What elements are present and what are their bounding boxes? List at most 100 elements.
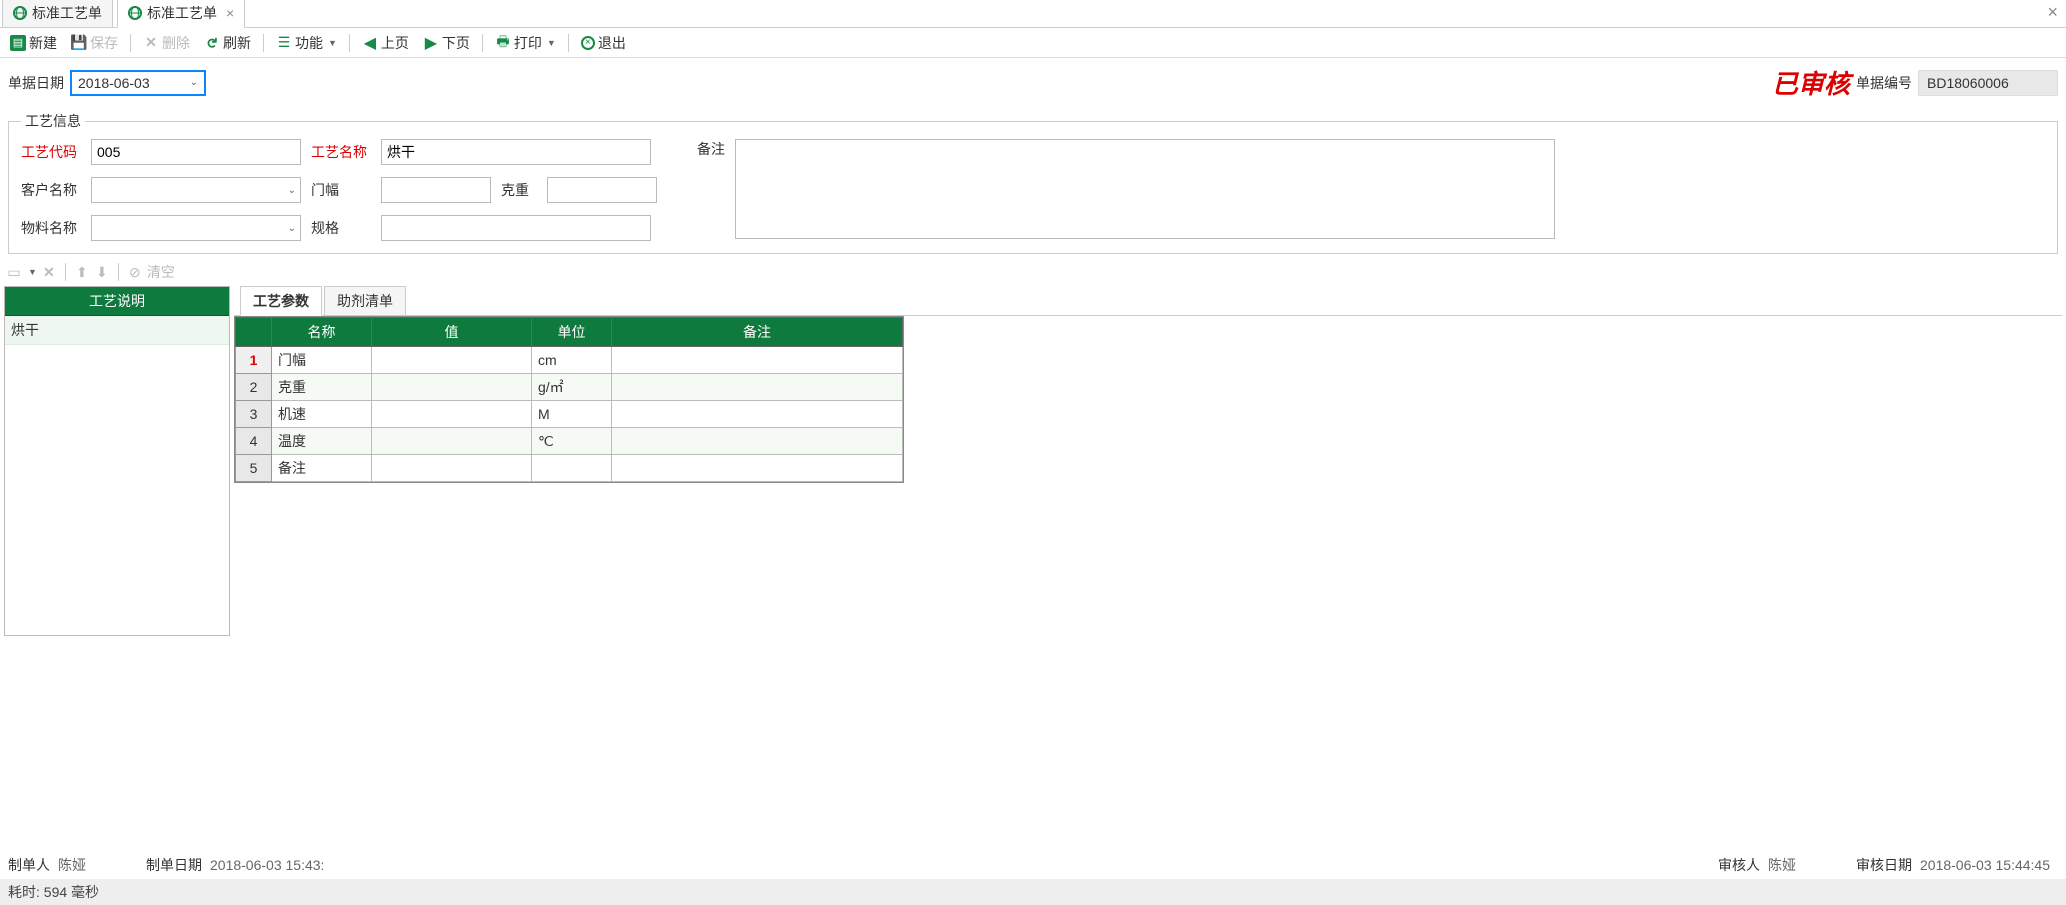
cell-unit[interactable] xyxy=(532,455,612,482)
chevron-down-icon: ⌄ xyxy=(288,185,296,196)
cust-label: 客户名称 xyxy=(21,180,81,200)
cell-value[interactable] xyxy=(372,401,532,428)
cell-unit[interactable]: ℃ xyxy=(532,428,612,455)
spec-label: 规格 xyxy=(311,218,371,238)
refresh-button[interactable]: ↻刷新 xyxy=(198,31,257,55)
remark-textarea[interactable] xyxy=(735,139,1555,239)
print-button[interactable]: 🖶打印▼ xyxy=(489,31,562,55)
disk-icon[interactable]: ▭ xyxy=(6,264,22,280)
new-button[interactable]: ▤新建 xyxy=(4,31,63,55)
next-page-button[interactable]: ▶下页 xyxy=(417,31,476,55)
code-input[interactable] xyxy=(91,139,301,165)
weight-input[interactable] xyxy=(547,177,657,203)
audit-date-value: 2018-06-03 15:44:45 xyxy=(1920,857,2050,873)
cell-remark[interactable] xyxy=(612,428,903,455)
table-row[interactable]: 3机速 M xyxy=(236,401,903,428)
table-row[interactable]: 2克重g/㎡ xyxy=(236,374,903,401)
cell-value[interactable] xyxy=(372,455,532,482)
doc-date-value: 2018-06-03 xyxy=(78,75,150,91)
list-item[interactable]: 烘干 xyxy=(5,316,229,345)
auditor-value: 陈娅 xyxy=(1768,855,1796,875)
function-button[interactable]: ☰功能▼ xyxy=(270,31,343,55)
cell-remark[interactable] xyxy=(612,401,903,428)
cell-remark[interactable] xyxy=(612,374,903,401)
col-value[interactable]: 值 xyxy=(372,318,532,347)
table-row[interactable]: 5备注 xyxy=(236,455,903,482)
separator xyxy=(118,263,119,281)
weight-label: 克重 xyxy=(501,180,537,200)
function-label: 功能 xyxy=(295,33,323,53)
doc-date-label: 单据日期 xyxy=(8,73,64,93)
doc-no-value: BD18060006 xyxy=(1918,70,2058,96)
separator xyxy=(568,34,569,52)
delete-button[interactable]: ✕删除 xyxy=(137,31,196,55)
row-number: 4 xyxy=(236,428,272,455)
separator xyxy=(130,34,131,52)
clear-label: 清空 xyxy=(147,262,175,282)
tab-standard-2[interactable]: 标准工艺单 × xyxy=(117,0,245,28)
cell-name[interactable]: 门幅 xyxy=(272,347,372,374)
cell-name[interactable]: 机速 xyxy=(272,401,372,428)
width-label: 门幅 xyxy=(311,180,371,200)
cell-remark[interactable] xyxy=(612,455,903,482)
remark-label: 备注 xyxy=(697,139,725,159)
mat-combo[interactable]: ⌄ xyxy=(91,215,301,241)
cust-combo[interactable]: ⌄ xyxy=(91,177,301,203)
params-grid: 名称 值 单位 备注 1门幅cm2克重g/㎡3机速M4温度℃5备注 xyxy=(234,316,904,483)
separator xyxy=(349,34,350,52)
arrow-left-icon: ◀ xyxy=(362,35,378,51)
doc-date-input[interactable]: 2018-06-03 ⌄ xyxy=(70,70,206,96)
down-icon[interactable]: ⬇ xyxy=(94,264,110,280)
tab-additive[interactable]: 助剂清单 xyxy=(324,286,406,315)
delete-icon[interactable]: ✕ xyxy=(41,264,57,280)
col-name[interactable]: 名称 xyxy=(272,318,372,347)
cell-value[interactable] xyxy=(372,347,532,374)
window-close-icon[interactable]: × xyxy=(2047,2,2058,23)
fieldset-legend: 工艺信息 xyxy=(21,111,85,131)
spec-input[interactable] xyxy=(381,215,651,241)
up-icon[interactable]: ⬆ xyxy=(74,264,90,280)
name-input[interactable] xyxy=(381,139,651,165)
doc-no-label: 单据编号 xyxy=(1856,73,1912,93)
tab-standard-1[interactable]: 标准工艺单 xyxy=(2,0,113,27)
row-number: 3 xyxy=(236,401,272,428)
separator xyxy=(65,263,66,281)
table-row[interactable]: 1门幅cm xyxy=(236,347,903,374)
cell-unit[interactable]: cm xyxy=(532,347,612,374)
cell-name[interactable]: 克重 xyxy=(272,374,372,401)
exit-button[interactable]: ×退出 xyxy=(575,31,632,55)
save-label: 保存 xyxy=(90,33,118,53)
toolbar: ▤新建 💾保存 ✕删除 ↻刷新 ☰功能▼ ◀上页 ▶下页 🖶打印▼ ×退出 xyxy=(0,28,2066,58)
close-icon[interactable]: × xyxy=(226,5,234,21)
new-label: 新建 xyxy=(29,33,57,53)
globe-icon xyxy=(13,6,27,20)
col-remark[interactable]: 备注 xyxy=(612,318,903,347)
cell-value[interactable] xyxy=(372,428,532,455)
cell-remark[interactable] xyxy=(612,347,903,374)
prev-page-button[interactable]: ◀上页 xyxy=(356,31,415,55)
cell-name[interactable]: 温度 xyxy=(272,428,372,455)
width-input[interactable] xyxy=(381,177,491,203)
tab-params[interactable]: 工艺参数 xyxy=(240,286,322,316)
cell-name[interactable]: 备注 xyxy=(272,455,372,482)
code-label: 工艺代码 xyxy=(21,142,81,162)
table-row[interactable]: 4温度 ℃ xyxy=(236,428,903,455)
function-icon: ☰ xyxy=(276,35,292,51)
separator xyxy=(263,34,264,52)
audit-date-label: 审核日期 xyxy=(1856,855,1912,875)
left-panel-body xyxy=(5,345,229,635)
craft-info-fieldset: 工艺信息 工艺代码 工艺名称 客户名称 ⌄ 门幅 克重 物料名称 ⌄ 规格 xyxy=(8,111,2058,254)
print-label: 打印 xyxy=(514,33,542,53)
clear-icon[interactable]: ⊘ xyxy=(127,264,143,280)
refresh-label: 刷新 xyxy=(223,33,251,53)
new-icon: ▤ xyxy=(10,35,26,51)
col-unit[interactable]: 单位 xyxy=(532,318,612,347)
cell-unit[interactable]: M xyxy=(532,401,612,428)
chevron-down-icon: ▼ xyxy=(28,267,37,277)
create-date-label: 制单日期 xyxy=(146,855,202,875)
cell-value[interactable] xyxy=(372,374,532,401)
save-button[interactable]: 💾保存 xyxy=(65,31,124,55)
globe-icon xyxy=(128,6,142,20)
cell-unit[interactable]: g/㎡ xyxy=(532,374,612,401)
name-label: 工艺名称 xyxy=(311,142,371,162)
